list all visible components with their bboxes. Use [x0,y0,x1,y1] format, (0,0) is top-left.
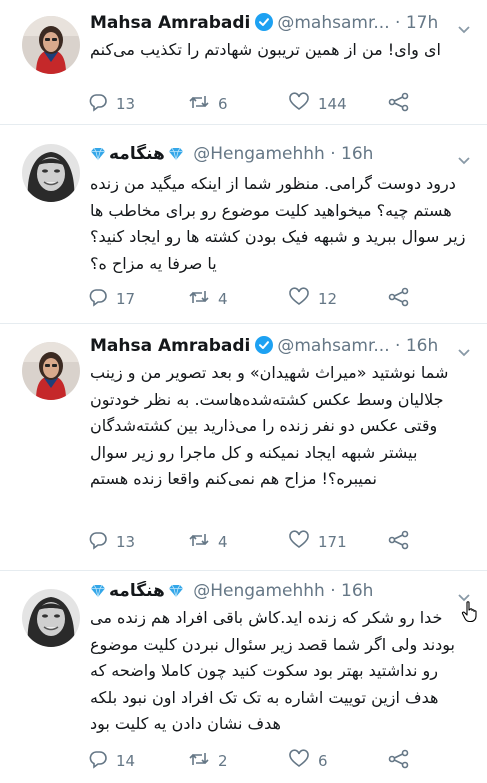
tweet-actions: 13 4 171 [88,530,428,554]
share-button[interactable] [388,530,418,554]
like-count: 171 [318,533,347,551]
retweet-icon [188,749,218,773]
display-name[interactable]: Mahsa Amrabadi [90,13,250,33]
retweet-button[interactable]: 2 [188,749,228,773]
share-icon [388,530,418,554]
share-icon [388,749,418,773]
display-name[interactable]: هنگامه [109,581,165,601]
tweet-actions: 13 6 144 [88,92,428,116]
chevron-down-icon[interactable] [457,151,471,165]
tweet-text: درود دوست گرامی. منظور شما از اینکه میگی… [90,174,466,273]
avatar[interactable] [22,16,80,74]
retweet-count: 4 [218,533,228,551]
avatar[interactable] [22,589,80,647]
verified-badge-icon [255,336,274,359]
tweet[interactable]: هنگامه @Hengamehhh · 16h درود دوست گرامی… [0,125,487,324]
handle[interactable]: @Hengamehhh [193,144,325,164]
tweet-header: Mahsa Amrabadi @mahsamr... · 16h [90,336,461,360]
chevron-down-icon[interactable] [457,588,471,602]
chevron-down-icon[interactable] [457,343,471,357]
timestamp[interactable]: 16h [406,336,438,356]
handle[interactable]: @mahsamr... [277,336,389,356]
retweet-count: 2 [218,752,228,770]
diamond-emoji-icon [168,583,184,603]
hand-cursor-icon [461,601,479,627]
retweet-count: 4 [218,290,228,308]
tweet[interactable]: Mahsa Amrabadi @mahsamr... · 17h ای وای! … [0,0,487,125]
tweet-thread: Mahsa Amrabadi @mahsamr... · 17h ای وای! … [0,0,487,783]
like-button[interactable]: 171 [288,530,347,554]
retweet-icon [188,530,218,554]
like-icon [288,530,318,554]
share-button[interactable] [388,287,418,311]
tweet-text: شما نوشتید «میراث شهیدان» و بعد تصویر من… [90,363,449,488]
reply-count: 17 [116,290,136,308]
reply-count: 14 [116,752,136,770]
verified-badge-icon [255,13,274,36]
reply-icon [88,287,116,311]
share-button[interactable] [388,92,418,116]
reply-icon [88,530,116,554]
share-button[interactable] [388,749,418,773]
tweet-header: هنگامه @Hengamehhh · 16h [90,581,461,605]
reply-button[interactable]: 13 [88,530,135,554]
chevron-down-icon[interactable] [457,20,471,34]
retweet-button[interactable]: 4 [188,530,228,554]
like-button[interactable]: 6 [288,749,328,773]
like-icon [288,287,318,311]
timestamp[interactable]: 16h [341,581,373,601]
timestamp[interactable]: 17h [406,13,438,33]
reply-count: 13 [116,533,136,551]
reply-icon [88,92,116,116]
tweet[interactable]: Mahsa Amrabadi @mahsamr... · 16h شما نوشت… [0,324,487,571]
retweet-button[interactable]: 6 [188,92,228,116]
diamond-emoji-icon [168,146,184,166]
reply-button[interactable]: 17 [88,287,135,311]
tweet-header: Mahsa Amrabadi @mahsamr... · 17h [90,13,461,37]
like-count: 12 [318,290,338,308]
diamond-emoji-icon [90,146,106,166]
tweet-text: خدا رو شکر که زنده اید.کاش باقی افراد هم… [90,608,455,733]
handle[interactable]: @Hengamehhh [193,581,325,601]
like-count: 144 [318,95,347,113]
display-name[interactable]: Mahsa Amrabadi [90,336,250,356]
tweet-header: هنگامه @Hengamehhh · 16h [90,144,461,168]
display-name[interactable]: هنگامه [109,144,165,164]
avatar[interactable] [22,144,80,202]
like-icon [288,749,318,773]
avatar[interactable] [22,342,80,400]
like-button[interactable]: 12 [288,287,337,311]
reply-count: 13 [116,95,136,113]
like-count: 6 [318,752,328,770]
tweet-text: ای وای! من از همین تریبون شهادتم را تکذی… [90,40,441,59]
share-icon [388,287,418,311]
retweet-icon [188,92,218,116]
retweet-icon [188,287,218,311]
tweet[interactable]: هنگامه @Hengamehhh · 16h خدا رو شکر که ز… [0,571,487,783]
reply-button[interactable]: 13 [88,92,135,116]
share-icon [388,92,418,116]
retweet-count: 6 [218,95,228,113]
reply-icon [88,749,116,773]
reply-button[interactable]: 14 [88,749,135,773]
handle[interactable]: @mahsamr... [277,13,389,33]
tweet-actions: 17 4 12 [88,287,428,311]
diamond-emoji-icon [90,583,106,603]
retweet-button[interactable]: 4 [188,287,228,311]
like-icon [288,92,318,116]
tweet-actions: 14 2 6 [88,749,428,773]
like-button[interactable]: 144 [288,92,347,116]
timestamp[interactable]: 16h [341,144,373,164]
